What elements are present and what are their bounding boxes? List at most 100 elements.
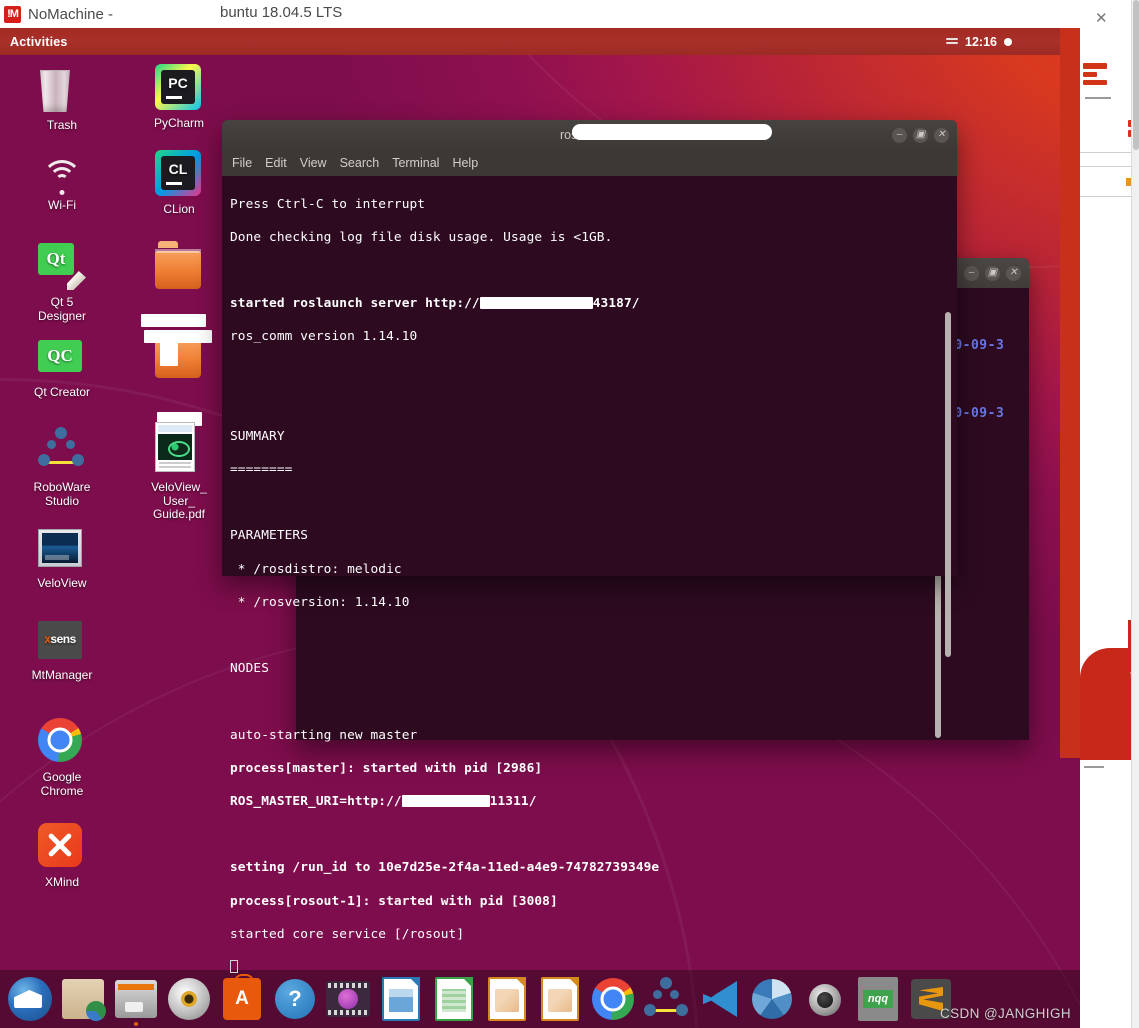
terminal-line: ========	[230, 462, 293, 478]
roslaunch-port: 43187/	[592, 296, 640, 312]
menu-item-search[interactable]: Search	[340, 156, 380, 170]
system-menu-icon[interactable]	[946, 37, 959, 46]
clion-icon: CL	[155, 150, 203, 198]
system-status-area[interactable]: 12:16	[946, 28, 1012, 55]
chrome-icon	[38, 718, 86, 766]
terminal-line: ros_comm version 1.14.10	[230, 329, 418, 345]
close-icon[interactable]: ✕	[1006, 265, 1021, 281]
desktop-icon-roboware[interactable]: RoboWare Studio	[14, 427, 110, 508]
minimize-icon[interactable]: –	[892, 127, 907, 143]
master-port: 11311/	[489, 793, 537, 809]
desktop-icon-label: Wi-Fi	[48, 198, 76, 212]
menu-item-edit[interactable]: Edit	[265, 156, 287, 170]
activities-button[interactable]: Activities	[10, 35, 68, 49]
host-session-title: buntu 18.04.5 LTS	[220, 4, 343, 21]
roscore-terminal-window[interactable]: roscore htt – ▣ ✕ File Edit View Search …	[222, 120, 957, 973]
dock-item-thunderbird[interactable]	[6, 975, 54, 1023]
window-controls[interactable]: – ▣ ✕	[892, 120, 949, 150]
roboware-icon	[38, 427, 86, 476]
terminal-line: NODES	[230, 661, 270, 677]
running-indicator-dot	[134, 1022, 138, 1026]
terminal-titlebar[interactable]: roscore htt – ▣ ✕	[222, 120, 957, 150]
dock-item-amazon[interactable]	[59, 975, 107, 1023]
remote-desktop-viewport[interactable]: Activities 12:16 Trash PC PyCharm Wi-Fi …	[0, 28, 1080, 1028]
watermark-label: CSDN @JANGHIGH	[939, 1006, 1071, 1021]
desktop-icon-trash[interactable]: Trash	[14, 66, 110, 133]
menu-item-help[interactable]: Help	[452, 156, 478, 170]
desktop-icon-veloview-pdf[interactable]: VeloView_ User_ Guide.pdf	[131, 422, 227, 522]
terminal-menubar[interactable]: File Edit View Search Terminal Help	[222, 150, 957, 176]
host-titlebar: !M NoMachine - buntu 18.04.5 LTS	[0, 0, 1139, 28]
close-icon[interactable]: ✕	[1095, 11, 1109, 26]
desktop-icon-clion[interactable]: CL CLion	[131, 150, 227, 217]
qt-designer-icon: Qt	[38, 243, 86, 291]
desktop-icon-label: MtManager	[31, 668, 93, 682]
terminal-scrollbar[interactable]	[945, 312, 951, 657]
desktop-icon-folder-1[interactable]	[131, 246, 227, 299]
redaction-block	[479, 297, 593, 310]
terminal-line: started roslaunch server http:// 43187/	[230, 296, 951, 313]
terminal-line: auto-starting new master	[230, 727, 418, 743]
desktop-icon-qt-creator[interactable]: QC Qt Creator	[14, 333, 110, 400]
desktop-icon-label: CLion	[163, 202, 195, 216]
xmind-icon	[38, 823, 86, 871]
veloview-icon	[38, 524, 86, 572]
rhythmbox-icon	[168, 978, 210, 1020]
desktop-icon-mtmanager[interactable]: xsens MtManager	[14, 616, 110, 683]
desktop-icon-label: PyCharm	[153, 116, 204, 130]
desktop-icon-label: Qt Creator	[33, 385, 90, 399]
files-icon	[115, 980, 157, 1018]
terminal-line-text: ROS_MASTER_URI=http://	[230, 793, 402, 809]
redaction-block	[572, 124, 772, 140]
accent-bar	[1083, 63, 1107, 69]
background-window-controls[interactable]: – ▣ ✕	[964, 258, 1021, 288]
maximize-icon[interactable]: ▣	[913, 127, 928, 143]
desktop-icon-xmind[interactable]: XMind	[14, 823, 110, 890]
desktop-icon-wifi[interactable]: Wi-Fi	[14, 152, 110, 213]
dock-item-files[interactable]	[112, 975, 160, 1026]
thunderbird-icon	[8, 977, 52, 1021]
redaction-block	[401, 794, 490, 807]
dock-item-rhythmbox[interactable]	[165, 975, 213, 1023]
amazon-icon	[62, 979, 106, 1021]
terminal-line: * /rosdistro: melodic	[230, 561, 402, 577]
right-side-browser-panel[interactable]: ✕ to	[1080, 0, 1139, 1028]
terminal-line	[230, 959, 951, 977]
close-icon[interactable]: ✕	[934, 127, 949, 143]
terminal-line: process[rosout-1]: started with pid [300…	[230, 893, 558, 909]
desktop-icon-label: XMind	[44, 875, 79, 889]
terminal-line: ROS_MASTER_URI=http:// 11311/	[230, 794, 951, 811]
maximize-icon[interactable]: ▣	[985, 265, 1000, 281]
desktop-icon-label: Trash	[46, 118, 78, 132]
browser-red-strip	[1060, 28, 1080, 758]
desktop-icon-label: Qt 5 Designer	[37, 295, 87, 323]
desktop-icon-pycharm[interactable]: PC PyCharm	[131, 64, 227, 131]
minimize-icon[interactable]: –	[964, 265, 979, 281]
divider	[1084, 766, 1104, 768]
page-scrollbar[interactable]	[1131, 0, 1139, 1028]
desktop-icon-label: VeloView	[37, 576, 87, 590]
desktop-icon-qt-designer[interactable]: Qt Qt 5 Designer	[14, 243, 110, 323]
menu-item-file[interactable]: File	[232, 156, 252, 170]
desktop-icon-veloview[interactable]: VeloView	[14, 524, 110, 591]
terminal-line-text: started roslaunch server http://	[230, 296, 480, 312]
clock-label: 12:16	[965, 34, 997, 49]
menu-item-terminal[interactable]: Terminal	[392, 156, 439, 170]
nomachine-logo-icon: !M	[4, 5, 21, 23]
pycharm-icon: PC	[155, 64, 203, 112]
accent-bar	[1083, 72, 1097, 77]
terminal-line: setting /run_id to 10e7d25e-2f4a-11ed-a4…	[230, 860, 660, 876]
desktop-icon-label: VeloView_ User_ Guide.pdf	[151, 480, 207, 521]
terminal-output[interactable]: Press Ctrl-C to interrupt Done checking …	[222, 176, 957, 973]
desktop-icon-chrome[interactable]: Google Chrome	[14, 718, 110, 798]
terminal-line: * /rosversion: 1.14.10	[230, 594, 410, 610]
folder-icon	[155, 246, 203, 294]
menu-item-view[interactable]: View	[300, 156, 327, 170]
accent-bar	[1083, 80, 1107, 85]
trash-icon	[38, 66, 86, 114]
scrollbar-thumb[interactable]	[1133, 0, 1139, 150]
divider	[1085, 97, 1111, 99]
